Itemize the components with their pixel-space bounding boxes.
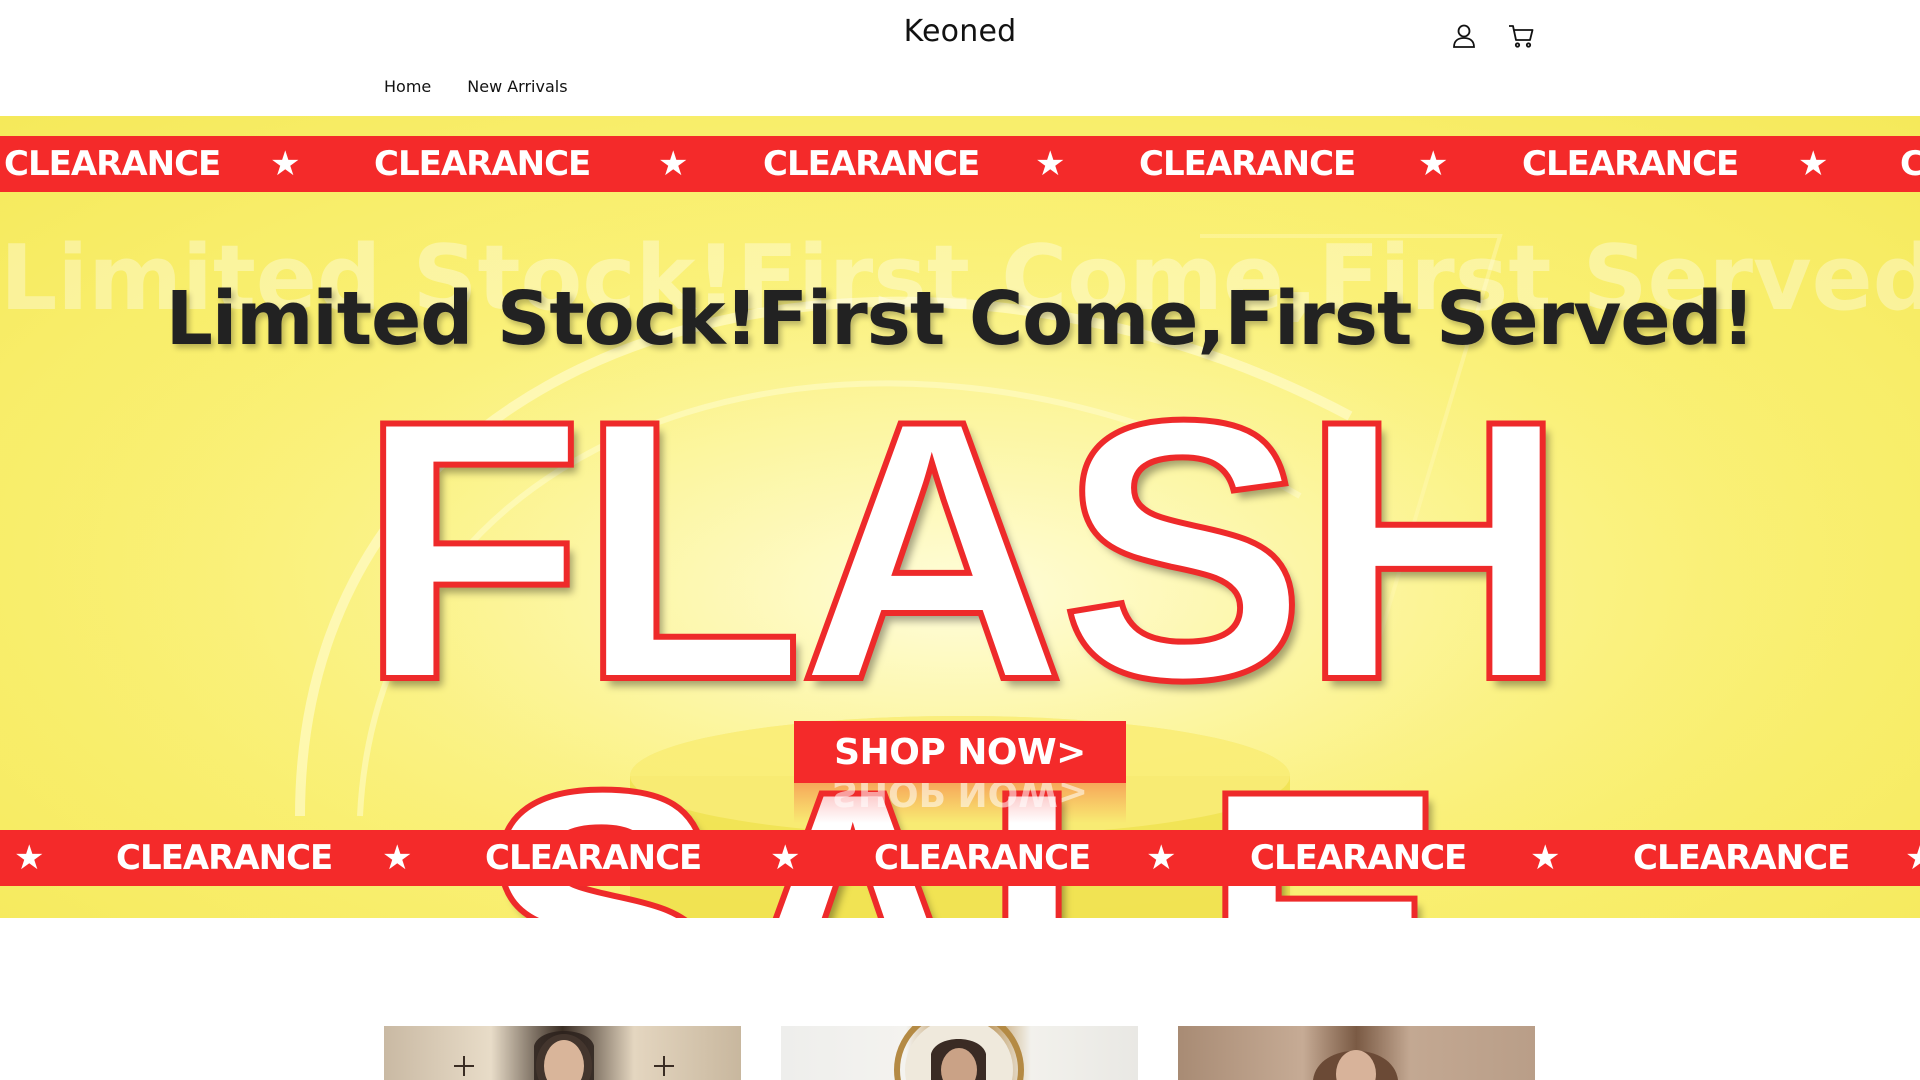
product-card[interactable] bbox=[781, 1026, 1138, 1080]
cart-button[interactable] bbox=[1505, 20, 1537, 52]
flash-sale-banner[interactable]: CLEARANCE ★ CLEARANCE ★ CLEARANCE ★ CLEA… bbox=[0, 116, 1920, 918]
nav-new-arrivals[interactable]: New Arrivals bbox=[467, 77, 567, 96]
clearance-ribbon-bottom: ★ CLEARANCE ★ CLEARANCE ★ CLEARANCE ★ CL… bbox=[0, 830, 1920, 886]
product-card[interactable] bbox=[384, 1026, 741, 1080]
star-icon: ★ bbox=[1798, 144, 1829, 184]
star-icon: ★ bbox=[382, 838, 413, 878]
nav-home[interactable]: Home bbox=[384, 77, 431, 96]
ribbon-text: CLEARANCE bbox=[1250, 838, 1467, 878]
product-image bbox=[1313, 1050, 1398, 1080]
ribbon-text: CLEARANCE bbox=[4, 144, 221, 184]
ribbon-text: CLEARANCE bbox=[1139, 144, 1356, 184]
star-icon: ★ bbox=[1146, 838, 1177, 878]
ribbon-text: CLEARANCE bbox=[116, 838, 333, 878]
clearance-ribbon-top: CLEARANCE ★ CLEARANCE ★ CLEARANCE ★ CLEA… bbox=[0, 136, 1920, 192]
product-grid bbox=[384, 1026, 1536, 1080]
product-image bbox=[454, 1031, 674, 1080]
star-icon: ★ bbox=[1035, 144, 1066, 184]
ribbon-text: CLEARANCE bbox=[763, 144, 980, 184]
star-icon: ★ bbox=[1530, 838, 1561, 878]
ribbon-text: CLEARANCE bbox=[485, 838, 702, 878]
store-logo[interactable]: Keoned bbox=[0, 14, 1920, 49]
product-image bbox=[894, 1026, 1024, 1080]
star-icon: ★ bbox=[270, 144, 301, 184]
star-icon: ★ bbox=[14, 838, 45, 878]
account-button[interactable] bbox=[1448, 20, 1480, 52]
shop-now-reflection: SHOP NOW> bbox=[794, 783, 1126, 823]
cart-icon bbox=[1509, 25, 1534, 48]
ribbon-text: CLEARANCE bbox=[1522, 144, 1739, 184]
ribbon-text: CLEARANCE bbox=[874, 838, 1091, 878]
ribbon-text: CLEARANCE bbox=[1633, 838, 1850, 878]
product-card[interactable] bbox=[1178, 1026, 1535, 1080]
star-icon: ★ bbox=[770, 838, 801, 878]
account-icon bbox=[1453, 24, 1475, 48]
star-icon: ★ bbox=[658, 144, 689, 184]
star-icon: ★ bbox=[1905, 830, 1920, 886]
star-icon: ★ bbox=[1418, 144, 1449, 184]
shop-now-button[interactable]: SHOP NOW> bbox=[794, 721, 1126, 783]
ribbon-text: CLEARANCE bbox=[1900, 144, 1920, 184]
site-header: Keoned Home New Arrivals bbox=[0, 0, 1920, 116]
main-nav: Home New Arrivals bbox=[384, 77, 568, 96]
ribbon-text: CLEARANCE bbox=[374, 144, 591, 184]
